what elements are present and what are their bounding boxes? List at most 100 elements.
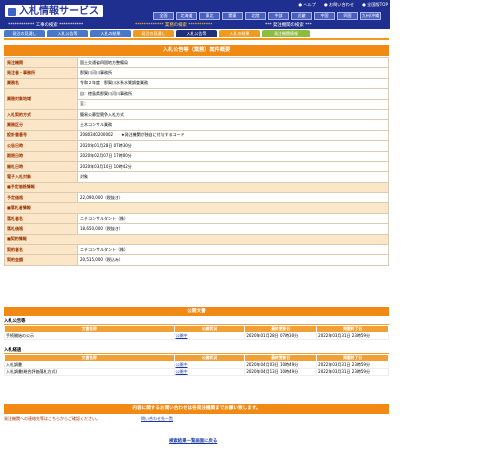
public-docs-title: 公開文書: [4, 307, 389, 316]
region-tab-kinki[interactable]: 近畿: [291, 12, 312, 20]
table-row: 設計書番号 2080340200002 ★発注機関が独自に付与するコード: [4, 129, 389, 142]
table-row: 予定価格 22,090,000（税抜き）: [4, 192, 389, 204]
region-tab-zenkoku[interactable]: 全国: [153, 12, 174, 20]
col-header-status: 公開状況: [173, 325, 246, 333]
col-header-end: 掲載終了日: [316, 325, 389, 333]
col-header-updated: 最終更新日: [244, 325, 318, 333]
back-to-results-link[interactable]: 検索結果一覧画面に戻る: [169, 438, 217, 444]
contact-list-link[interactable]: 問い合わせ先一覧: [141, 416, 173, 422]
row-value: 22,090,000（税抜き）: [77, 192, 389, 204]
doc-download-link[interactable]: 公開中: [173, 368, 246, 376]
row-value: 対象: [77, 171, 389, 183]
row-key: 期限日時: [4, 150, 78, 162]
col-header-name: 文書名称: [4, 325, 175, 333]
doc-updated: 2020年04月03日 10時49分: [244, 361, 318, 369]
site-logo[interactable]: 入札情報サービス: [4, 4, 104, 18]
region-tab-hokkaido[interactable]: 北海道: [176, 12, 197, 20]
contact-instruction: 発注機関への連絡先等はこちらからご確認ください。: [4, 416, 100, 421]
table-row: 手続開始の公示 公開中 2020年01月28日 07時30分 2022年03月3…: [4, 332, 389, 340]
row-value: 2020年02月07日 17時00分: [77, 150, 389, 162]
tab-service-outlook[interactable]: 発注の見通し: [133, 30, 174, 37]
tab-service-result[interactable]: 入札の結果: [219, 30, 260, 37]
region-tab-shikoku[interactable]: 四国: [337, 12, 358, 20]
tab-construction-notice[interactable]: 入札公告等: [47, 30, 88, 37]
region-tab-hokuriku[interactable]: 北陸: [245, 12, 266, 20]
region-tab-tohoku[interactable]: 東北: [199, 12, 220, 20]
detail-table: 発注機関 国土交通省四国地方整備局 発注者・事務所 那賀川河川事務所 業務名 令和２年…: [4, 56, 389, 266]
doc-end: 2022年03月31日 23時59分: [316, 368, 389, 376]
row-key: 落札者名: [4, 212, 78, 225]
row-key: 電子入札対象: [4, 171, 78, 183]
row-value: 土木コンサル業務: [77, 119, 389, 131]
row-key: 入札契約方式: [4, 108, 78, 121]
row-key: 設計書番号: [4, 129, 78, 142]
contact-link[interactable]: ● お問い合わせ: [324, 2, 354, 8]
section-row: ■契約情報: [4, 233, 389, 246]
row-key: 落札価格: [4, 223, 78, 235]
region-tab-chubu[interactable]: 中部: [268, 12, 289, 20]
row-key: 発注機関: [4, 56, 78, 69]
region-tab-chugoku[interactable]: 中国: [314, 12, 335, 20]
col-header-name: 文書名称: [4, 354, 175, 362]
tab-service-notice[interactable]: 入札公告等: [176, 30, 217, 37]
logo-mark-icon: [8, 8, 16, 16]
docs-table-progress: 文書名称 公開状況 最終更新日 掲載終了日 入札調書 公開中 2020年04月0…: [4, 354, 389, 376]
row-key: 開札日時: [4, 160, 78, 173]
site-header: 入札情報サービス ● ヘルプ ● お問い合わせ ● 全国版TOP 全国 北海道 …: [0, 0, 390, 29]
row-value: 令和２年度 那賀川水系水質調査業務: [77, 77, 389, 90]
row-key: 契約金額: [4, 254, 78, 266]
col-header-end: 掲載終了日: [316, 354, 389, 362]
section-header-rakusatsu: ■落札者情報: [4, 202, 389, 214]
service-search-label: ************* 業務の検索 ***********: [135, 23, 213, 28]
region-tab-kyushu[interactable]: 九州/沖縄: [360, 12, 381, 20]
row-value: 2080340200002 ★発注機関が独自に付与するコード: [77, 129, 389, 142]
table-row: 契約金額 20,515,000（税込み）: [4, 254, 389, 266]
agency-search-label: *** 発注機関の検索 ***: [265, 23, 312, 28]
table-row: 業務区分 土木コンサル業務: [4, 119, 389, 131]
tab-construction-result[interactable]: 入札の結果: [90, 30, 131, 37]
row-key: 発注者・事務所: [4, 67, 78, 79]
col-header-updated: 最終更新日: [244, 354, 318, 362]
tab-construction-outlook[interactable]: 発注の見通し: [4, 30, 45, 37]
region-tab-kanto[interactable]: 関東: [222, 12, 243, 20]
table-row: 契約者名 ニチコンサルタント（株）: [4, 244, 389, 256]
table-row: 発注機関 国土交通省四国地方整備局: [4, 56, 389, 69]
contact-notice-banner: 内容に関するお問い合わせは各発注機関までお願い致します。: [4, 404, 389, 414]
tab-agency-info[interactable]: 発注機関情報: [262, 30, 310, 37]
row-value: 2020年01月28日 07時30分: [77, 140, 389, 152]
table-row: 発注者・事務所 那賀川河川事務所: [4, 67, 389, 79]
help-link[interactable]: ● ヘルプ: [298, 2, 316, 8]
row-value: 至：: [77, 98, 389, 110]
table-row: 電子入札対象 対象: [4, 171, 389, 183]
doc-updated: 2020年04月13日 10時49分: [244, 368, 318, 376]
national-top-link[interactable]: ● 全国版TOP: [362, 2, 388, 8]
doc-name: 入札調書(総合評価落札方式): [4, 368, 175, 376]
section-header-yotei: ■予定価格情報: [4, 181, 389, 194]
doc-end: 2022年03月31日 23時59分: [316, 332, 389, 340]
row-key: 業務対象地域: [4, 88, 78, 110]
docs-table-notice: 文書名称 公開状況 最終更新日 掲載終了日 手続開始の公示 公開中 2020年0…: [4, 325, 389, 340]
table-row: 期限日時 2020年02月07日 17時00分: [4, 150, 389, 162]
table-row: 業務対象地域 自：徳島県那賀川河川事務所: [4, 88, 389, 110]
row-value: 那賀川河川事務所: [77, 67, 389, 79]
logo-text: 入札情報サービス: [19, 6, 99, 17]
page-title: 入札公告等（業務）案件概要: [4, 45, 389, 56]
row-value: 簡易公募型競争入札方式: [77, 108, 389, 121]
table-header-row: 文書名称 公開状況 最終更新日 掲載終了日: [4, 354, 389, 362]
col-header-status: 公開状況: [173, 354, 246, 362]
region-nav: 全国 北海道 東北 関東 北陸 中部 近畿 中国 四国 九州/沖縄: [153, 12, 381, 20]
top-links: ● ヘルプ ● お問い合わせ ● 全国版TOP: [298, 2, 388, 8]
doc-end: 2022年03月31日 23時59分: [316, 361, 389, 369]
tab-underline: [4, 38, 389, 40]
row-value: ニチコンサルタント（株）: [77, 244, 389, 256]
row-value: 2020年03月10日 10時42分: [77, 160, 389, 173]
row-value: ニチコンサルタント（株）: [77, 212, 389, 225]
doc-name: 手続開始の公示: [4, 332, 175, 340]
table-row: 入札契約方式 簡易公募型競争入札方式: [4, 108, 389, 121]
table-row: 業務名 令和２年度 那賀川水系水質調査業務: [4, 77, 389, 90]
table-row: 落札価格 18,650,000（税抜き）: [4, 223, 389, 235]
table-row: 入札調書(総合評価落札方式) 公開中 2020年04月13日 10時49分 20…: [4, 368, 389, 376]
doc-download-link[interactable]: 公開中: [173, 361, 246, 369]
doc-updated: 2020年01月28日 07時30分: [244, 332, 318, 340]
doc-download-link[interactable]: 公開中: [173, 332, 246, 340]
